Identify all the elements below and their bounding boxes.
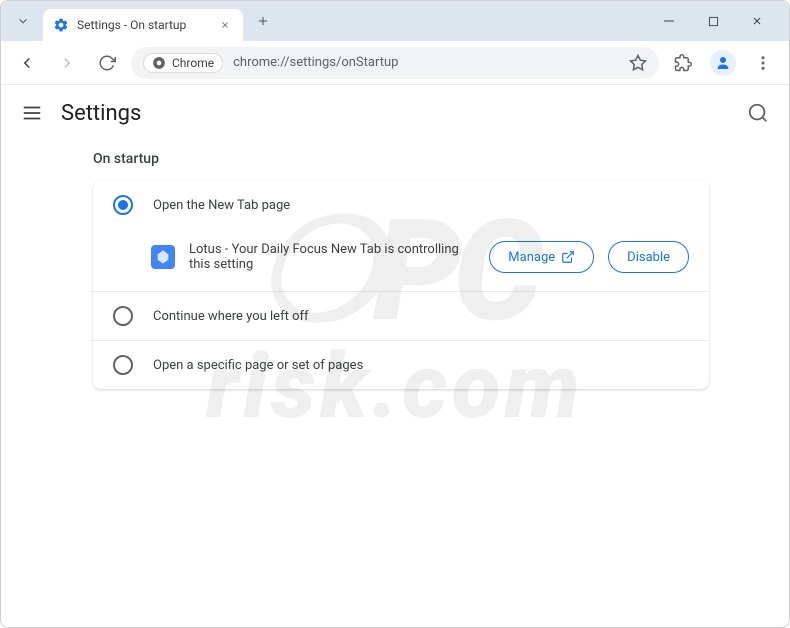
browser-tab[interactable]: Settings - On startup xyxy=(43,9,243,41)
close-window-button[interactable] xyxy=(743,7,771,35)
radio-unselected[interactable] xyxy=(113,355,133,375)
radio-label: Continue where you left off xyxy=(153,309,309,324)
startup-card: Open the New Tab page Lotus - Your Daily… xyxy=(93,181,709,389)
menu-button[interactable] xyxy=(747,47,779,79)
new-tab-button[interactable] xyxy=(249,7,277,35)
extension-text: Lotus - Your Daily Focus New Tab is cont… xyxy=(189,242,475,272)
page-title: Settings xyxy=(61,101,729,126)
hamburger-icon[interactable] xyxy=(21,102,43,124)
extension-notice-row: Lotus - Your Daily Focus New Tab is cont… xyxy=(93,229,709,291)
external-link-icon xyxy=(561,250,575,264)
settings-header: Settings xyxy=(1,85,789,141)
extension-icon xyxy=(151,245,175,269)
radio-selected[interactable] xyxy=(113,195,133,215)
manage-label: Manage xyxy=(508,250,555,265)
option-new-tab[interactable]: Open the New Tab page xyxy=(93,181,709,229)
minimize-button[interactable] xyxy=(655,7,683,35)
avatar-icon xyxy=(710,50,736,76)
site-chip[interactable]: Chrome xyxy=(143,53,223,73)
radio-label: Open the New Tab page xyxy=(153,198,290,213)
browser-toolbar: Chrome chrome://settings/onStartup xyxy=(1,41,789,85)
reload-button[interactable] xyxy=(91,47,123,79)
tab-search-button[interactable] xyxy=(9,7,37,35)
chip-label: Chrome xyxy=(172,56,214,70)
radio-label: Open a specific page or set of pages xyxy=(153,358,363,373)
tab-title: Settings - On startup xyxy=(77,18,209,32)
chrome-icon xyxy=(152,56,166,70)
window-controls xyxy=(655,7,781,35)
disable-label: Disable xyxy=(627,250,670,265)
settings-content: On startup Open the New Tab page Lotus -… xyxy=(1,141,789,389)
maximize-button[interactable] xyxy=(699,7,727,35)
radio-unselected[interactable] xyxy=(113,306,133,326)
gear-icon xyxy=(53,17,69,33)
bookmark-icon[interactable] xyxy=(629,54,647,72)
back-button[interactable] xyxy=(11,47,43,79)
forward-button[interactable] xyxy=(51,47,83,79)
manage-button[interactable]: Manage xyxy=(489,241,594,273)
profile-button[interactable] xyxy=(707,47,739,79)
address-bar[interactable]: Chrome chrome://settings/onStartup xyxy=(131,47,659,79)
tab-close-button[interactable] xyxy=(217,17,233,33)
option-specific[interactable]: Open a specific page or set of pages xyxy=(93,341,709,389)
url-text: chrome://settings/onStartup xyxy=(233,55,619,70)
disable-button[interactable]: Disable xyxy=(608,241,689,273)
search-icon[interactable] xyxy=(747,102,769,124)
titlebar: Settings - On startup xyxy=(1,1,789,41)
extensions-button[interactable] xyxy=(667,47,699,79)
section-title: On startup xyxy=(93,151,709,167)
option-continue[interactable]: Continue where you left off xyxy=(93,292,709,340)
